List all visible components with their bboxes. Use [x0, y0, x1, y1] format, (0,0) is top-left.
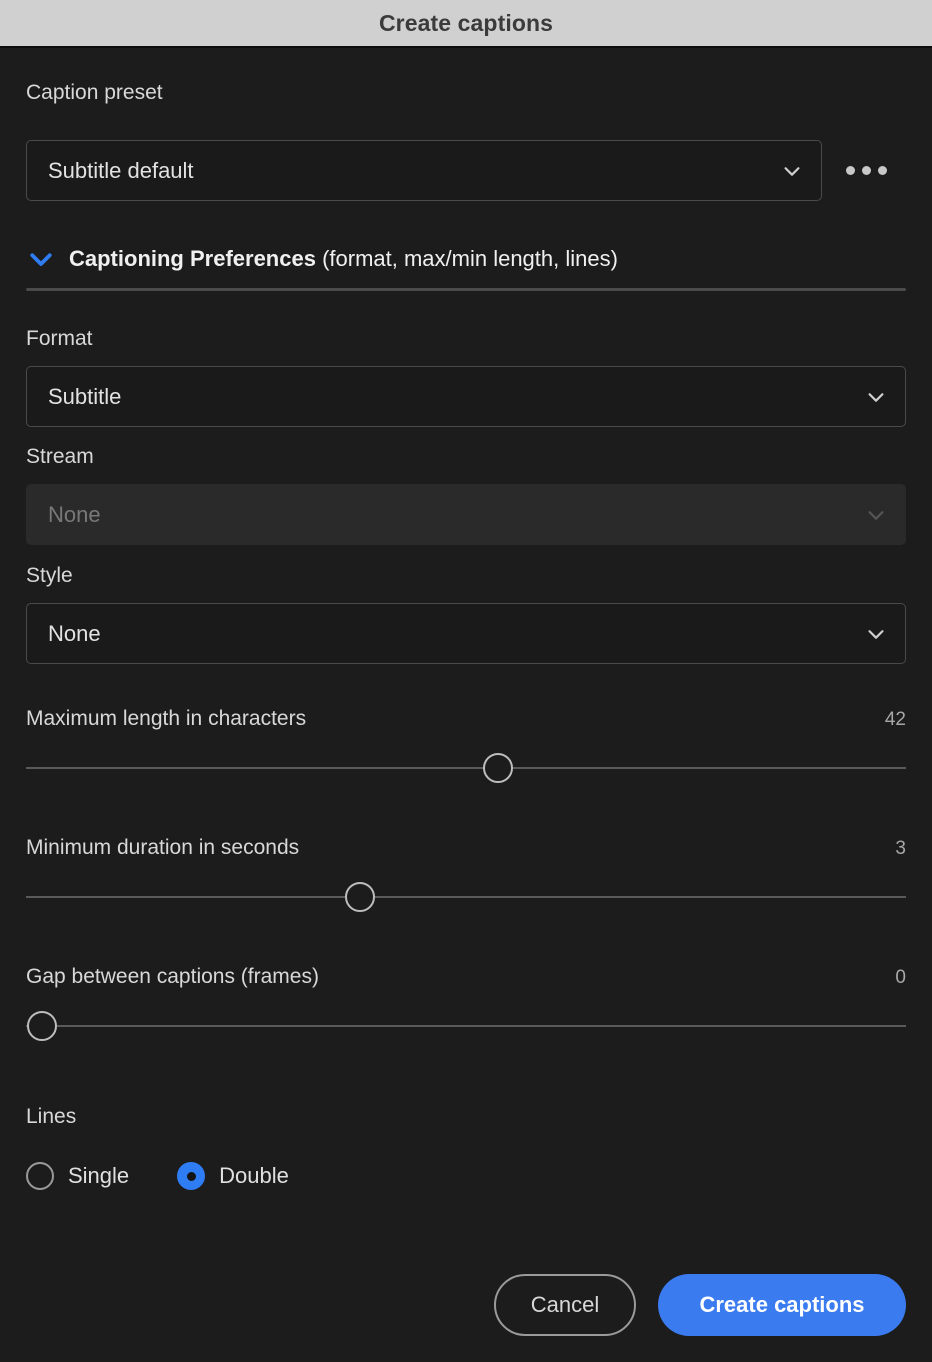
chevron-down-icon [781, 160, 803, 182]
radio-unchecked-icon[interactable] [26, 1162, 54, 1190]
gap-slider-group: Gap between captions (frames) 0 [26, 966, 906, 1043]
min-duration-slider-group: Minimum duration in seconds 3 [26, 837, 906, 914]
caption-preset-label-wrap: Caption preset [26, 82, 906, 103]
caption-preset-label: Caption preset [26, 81, 163, 104]
lines-option-single-label: Single [68, 1163, 130, 1188]
stream-select: None [26, 484, 906, 545]
dialog-footer: Cancel Create captions [26, 1274, 906, 1336]
style-label-wrap: Style [26, 565, 906, 586]
chevron-down-icon[interactable] [26, 244, 56, 274]
format-label: Format [26, 327, 93, 350]
caption-preset-select[interactable]: Subtitle default [26, 140, 822, 201]
stream-label-wrap: Stream [26, 446, 906, 467]
max-length-value: 42 [884, 709, 906, 730]
min-duration-slider-head: Minimum duration in seconds 3 [26, 837, 906, 860]
lines-option-single[interactable]: Single [26, 1162, 129, 1190]
more-dot-icon [877, 166, 887, 175]
slider-handle[interactable] [345, 882, 376, 912]
more-dot-icon [845, 166, 855, 175]
captioning-preferences-title-bold: Captioning Preferences [69, 246, 316, 271]
slider-handle[interactable] [482, 753, 513, 783]
gap-value: 0 [895, 967, 906, 988]
max-length-slider-group: Maximum length in characters 42 [26, 708, 906, 785]
max-length-slider[interactable] [26, 751, 906, 785]
min-duration-value: 3 [895, 838, 906, 859]
dialog-title: Create captions [378, 9, 554, 36]
style-value: None [48, 620, 101, 646]
slider-track [26, 896, 906, 898]
slider-track [26, 1025, 906, 1027]
min-duration-slider[interactable] [26, 880, 906, 914]
min-duration-label: Minimum duration in seconds [26, 836, 300, 859]
chevron-down-icon [865, 504, 887, 526]
lines-label-wrap: Lines [26, 1106, 906, 1127]
lines-label: Lines [26, 1105, 77, 1128]
dialog-titlebar: Create captions [0, 0, 932, 48]
caption-preset-value: Subtitle default [48, 157, 194, 183]
captioning-preferences-title-rest: (format, max/min length, lines) [315, 246, 618, 271]
gap-label: Gap between captions (frames) [26, 965, 319, 988]
chevron-down-icon [865, 623, 887, 645]
more-dot-icon [861, 166, 871, 175]
captioning-preferences-title: Captioning Preferences (format, max/min … [69, 246, 618, 272]
section-divider [26, 288, 906, 291]
format-value: Subtitle [48, 383, 122, 409]
format-select[interactable]: Subtitle [26, 366, 906, 427]
stream-value: None [48, 501, 101, 527]
max-length-slider-head: Maximum length in characters 42 [26, 708, 906, 731]
preset-more-options-button[interactable] [836, 147, 896, 195]
slider-handle[interactable] [26, 1011, 57, 1041]
style-label: Style [26, 564, 73, 587]
lines-option-double[interactable]: Double [177, 1162, 289, 1190]
style-select[interactable]: None [26, 603, 906, 664]
create-captions-button[interactable]: Create captions [658, 1274, 906, 1336]
format-label-wrap: Format [26, 328, 906, 349]
captioning-preferences-header[interactable]: Captioning Preferences (format, max/min … [26, 244, 906, 274]
chevron-down-icon [865, 386, 887, 408]
stream-label: Stream [26, 445, 94, 468]
lines-radio-group: Single Double [26, 1162, 906, 1190]
max-length-label: Maximum length in characters [26, 707, 307, 730]
gap-slider[interactable] [26, 1009, 906, 1043]
gap-slider-head: Gap between captions (frames) 0 [26, 966, 906, 989]
cancel-button[interactable]: Cancel [494, 1274, 636, 1336]
caption-preset-row: Subtitle default [26, 140, 906, 201]
dialog-content: Caption preset Subtitle default Captioni… [0, 48, 932, 1362]
lines-option-double-label: Double [219, 1163, 289, 1188]
create-captions-dialog: Create captions Caption preset Subtitle … [0, 0, 932, 1362]
radio-checked-icon[interactable] [177, 1162, 206, 1190]
slider-track [26, 767, 906, 769]
